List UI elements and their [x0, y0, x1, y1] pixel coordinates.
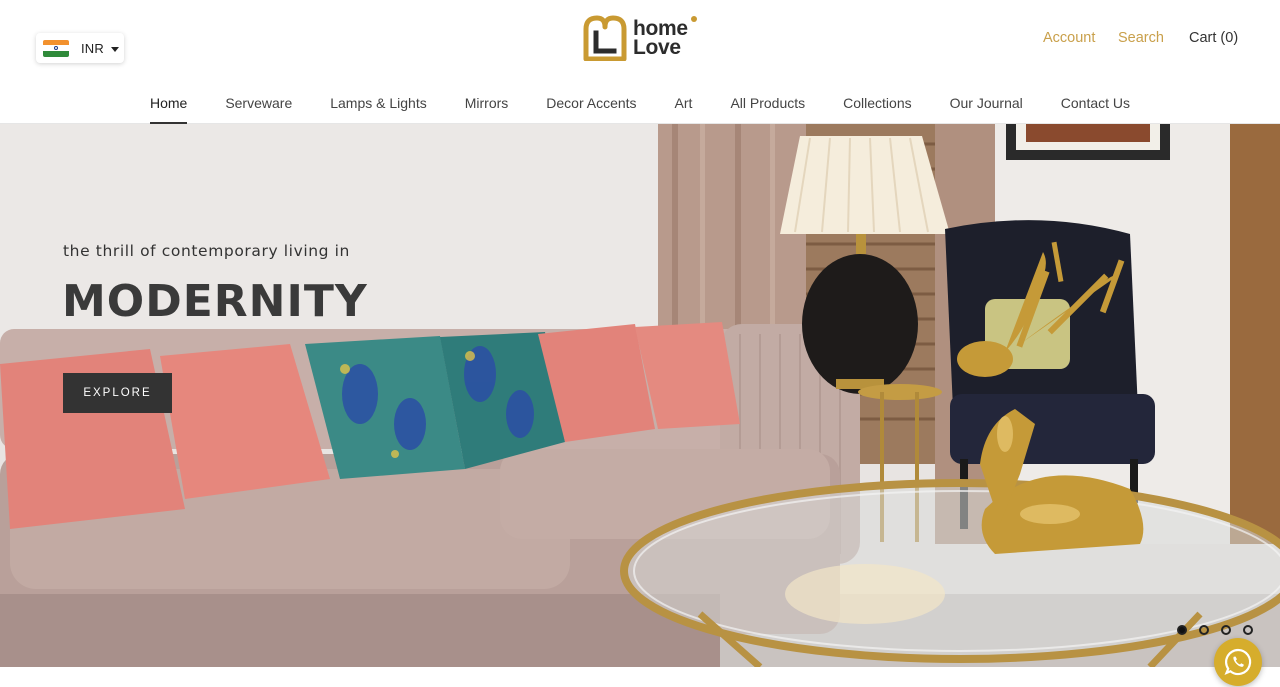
india-flag-icon — [43, 39, 69, 57]
brand-accent-dot — [691, 16, 697, 22]
nav-item-collections[interactable]: Collections — [824, 95, 930, 124]
nav-item-mirrors[interactable]: Mirrors — [446, 95, 528, 124]
cart-link[interactable]: Cart (0) — [1189, 30, 1238, 46]
nav-item-decor-accents[interactable]: Decor Accents — [527, 95, 655, 124]
hero-slider: the thrill of contemporary living in MOD… — [0, 124, 1280, 667]
search-link[interactable]: Search — [1118, 30, 1164, 46]
slide-dot-3[interactable] — [1221, 625, 1231, 635]
explore-button[interactable]: EXPLORE — [63, 373, 172, 413]
brand-wordmark: home Love — [633, 16, 697, 59]
account-link[interactable]: Account — [1043, 30, 1095, 46]
nav-item-our-journal[interactable]: Our Journal — [931, 95, 1042, 124]
nav-item-all-products[interactable]: All Products — [711, 95, 824, 124]
nav-item-serveware[interactable]: Serveware — [206, 95, 311, 124]
whatsapp-icon — [1224, 648, 1252, 676]
slide-dot-2[interactable] — [1199, 625, 1209, 635]
slide-dot-1[interactable] — [1177, 625, 1187, 635]
main-nav: Home Serveware Lamps & Lights Mirrors De… — [0, 95, 1280, 124]
nav-item-lamps-lights[interactable]: Lamps & Lights — [311, 95, 446, 124]
currency-selector[interactable]: INR — [36, 33, 124, 63]
home-love-logo-icon — [583, 15, 627, 61]
nav-item-home[interactable]: Home — [131, 95, 206, 124]
hero-living-room-image — [0, 124, 1280, 667]
whatsapp-chat-button[interactable] — [1214, 638, 1262, 686]
nav-item-art[interactable]: Art — [656, 95, 712, 124]
slide-dot-4[interactable] — [1243, 625, 1253, 635]
hero-title: MODERNITY — [62, 276, 368, 327]
slider-pagination — [1177, 625, 1253, 635]
hero-subtitle: the thrill of contemporary living in — [63, 242, 350, 260]
nav-item-contact-us[interactable]: Contact Us — [1042, 95, 1149, 124]
site-header: INR home Love Account Search Cart (0) Ho… — [0, 0, 1280, 124]
currency-code: INR — [81, 40, 104, 56]
chevron-down-icon — [111, 46, 119, 52]
brand-logo[interactable]: home Love — [583, 14, 697, 62]
brand-line-2: Love — [633, 36, 681, 59]
